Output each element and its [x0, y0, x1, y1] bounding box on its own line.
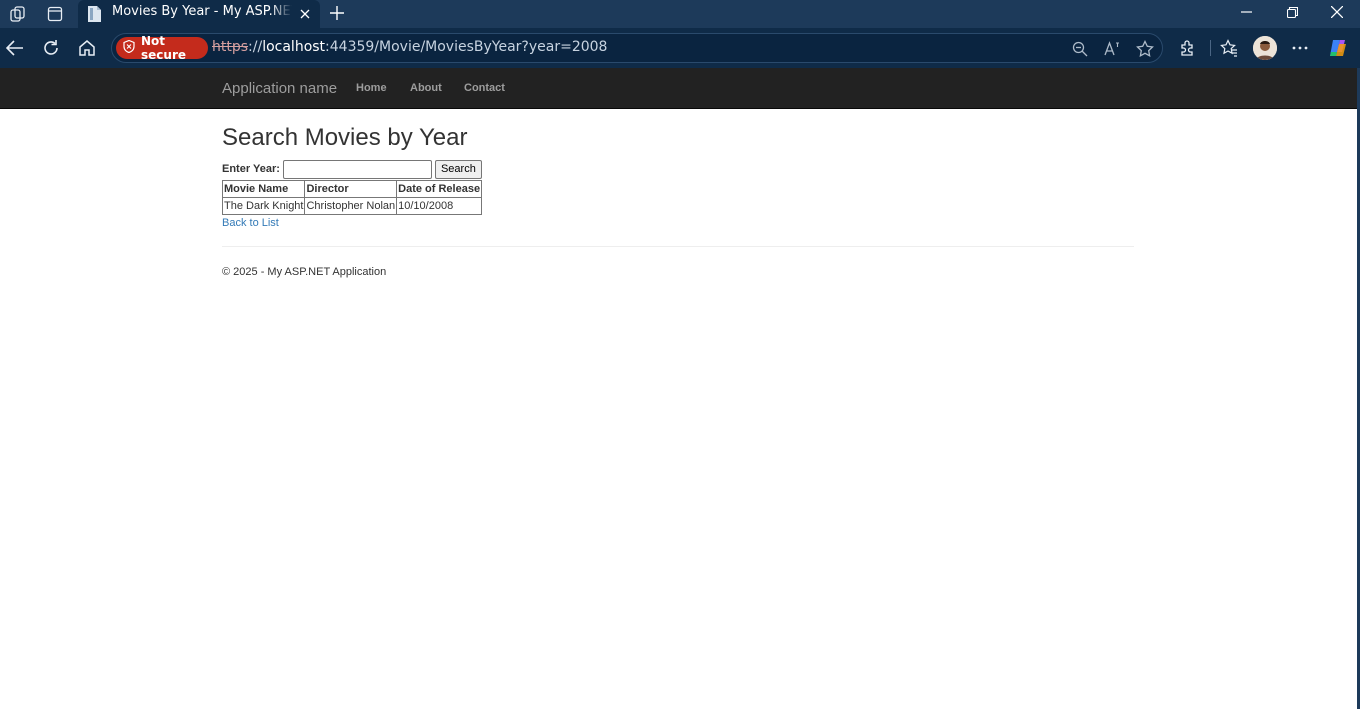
read-aloud-icon[interactable]: [1103, 39, 1123, 59]
not-secure-badge[interactable]: Not secure: [116, 34, 208, 62]
column-header-date-of-release: Date of Release: [396, 180, 483, 198]
minimize-icon[interactable]: [1223, 0, 1269, 24]
tab-actions-icon[interactable]: [43, 2, 67, 26]
page-title: Search Movies by Year: [222, 124, 468, 151]
close-window-icon[interactable]: [1314, 0, 1360, 24]
url-path: :44359/Movie/MoviesByYear?year=2008: [325, 39, 608, 55]
table-row: The Dark Knight Christopher Nolan 10/10/…: [221, 197, 483, 215]
home-icon[interactable]: [73, 34, 101, 62]
copilot-icon[interactable]: [1326, 36, 1350, 60]
favorites-icon[interactable]: [1217, 36, 1241, 60]
url-host: localhost: [262, 39, 326, 55]
address-bar[interactable]: Not secure https://localhost:44359/Movie…: [111, 33, 1163, 63]
tab-close-icon[interactable]: [295, 4, 315, 24]
search-button[interactable]: Search: [434, 159, 482, 179]
url-text[interactable]: https://localhost:44359/Movie/MoviesByYe…: [212, 39, 607, 55]
restore-icon[interactable]: [1269, 0, 1315, 24]
url-separator: ://: [248, 39, 263, 55]
refresh-icon[interactable]: [37, 34, 65, 62]
year-label: Enter Year:: [222, 163, 280, 175]
security-label: Not secure: [141, 34, 186, 62]
column-header-movie-name: Movie Name: [221, 180, 306, 198]
nav-link-about[interactable]: About: [410, 82, 442, 94]
back-to-list-link[interactable]: Back to List: [222, 217, 279, 229]
movies-table: Movie Name Director Date of Release The …: [221, 180, 483, 215]
url-scheme: https: [212, 39, 249, 55]
nav-link-contact[interactable]: Contact: [464, 82, 505, 94]
workspaces-icon[interactable]: [6, 2, 30, 26]
new-tab-icon[interactable]: [326, 2, 348, 24]
cell-director: Christopher Nolan: [304, 197, 398, 215]
browser-titlebar: Movies By Year - My ASP.NET Application: [0, 0, 1360, 28]
extensions-icon[interactable]: [1176, 36, 1200, 60]
web-page: Application name Home About Contact Sear…: [0, 68, 1357, 709]
browser-toolbar: Not secure https://localhost:44359/Movie…: [0, 28, 1360, 68]
more-options-icon[interactable]: [1288, 36, 1312, 60]
tab-title: Movies By Year - My ASP.NET Application: [112, 4, 292, 19]
navbar-brand[interactable]: Application name: [222, 80, 337, 97]
zoom-out-icon[interactable]: [1070, 39, 1090, 59]
tab-active[interactable]: Movies By Year - My ASP.NET Application: [78, 0, 320, 28]
page-favicon-icon: [86, 5, 102, 23]
toolbar-separator: [1210, 40, 1211, 56]
cell-movie-name: The Dark Knight: [221, 197, 306, 215]
profile-avatar[interactable]: [1253, 36, 1277, 60]
shield-warning-icon: [123, 39, 135, 56]
footer-text: © 2025 - My ASP.NET Application: [222, 266, 387, 278]
column-header-director: Director: [304, 180, 398, 198]
cell-date-of-release: 10/10/2008: [396, 197, 483, 215]
favorite-star-icon[interactable]: [1135, 39, 1155, 59]
site-navbar: Application name Home About Contact: [0, 68, 1357, 109]
table-header-row: Movie Name Director Date of Release: [221, 180, 483, 198]
nav-link-home[interactable]: Home: [356, 82, 387, 94]
back-icon[interactable]: [1, 34, 29, 62]
year-input[interactable]: [282, 159, 432, 179]
footer-divider: [222, 246, 1134, 247]
search-form: Enter Year: Search: [222, 159, 482, 179]
